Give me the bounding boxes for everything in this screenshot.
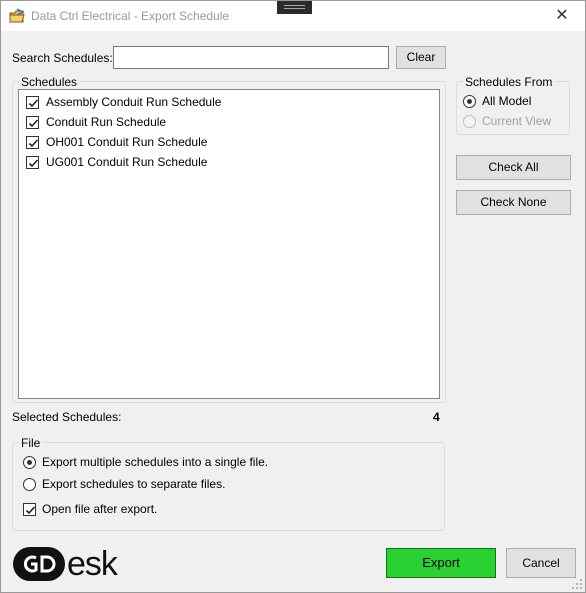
title-grip-handle[interactable] bbox=[277, 1, 312, 14]
separate-files-label: Export schedules to separate files. bbox=[42, 477, 226, 491]
check-icon bbox=[28, 138, 39, 147]
list-item[interactable]: Conduit Run Schedule bbox=[26, 113, 166, 131]
search-label: Search Schedules: bbox=[12, 51, 113, 65]
check-icon bbox=[28, 98, 39, 107]
check-icon bbox=[28, 158, 39, 167]
open-after-export-checkbox[interactable] bbox=[23, 502, 36, 516]
schedule-label: UG001 Conduit Run Schedule bbox=[46, 155, 208, 169]
schedule-label: Conduit Run Schedule bbox=[46, 115, 167, 129]
gd-monogram-icon bbox=[13, 547, 65, 581]
search-input[interactable] bbox=[113, 46, 389, 69]
radio-all-model[interactable]: All Model bbox=[463, 94, 531, 108]
schedule-label: OH001 Conduit Run Schedule bbox=[46, 135, 208, 149]
title-bar: Data Ctrl Electrical - Export Schedule ✕ bbox=[1, 1, 585, 31]
separate-files-radio[interactable] bbox=[23, 477, 36, 491]
selected-count: 4 bbox=[433, 410, 440, 424]
radio-current-view: Current View bbox=[463, 114, 551, 128]
list-item[interactable]: UG001 Conduit Run Schedule bbox=[26, 153, 207, 171]
cancel-button[interactable]: Cancel bbox=[506, 548, 576, 578]
radio-single-file[interactable]: Export multiple schedules into a single … bbox=[23, 455, 268, 469]
close-button[interactable]: ✕ bbox=[539, 1, 585, 31]
schedule-checkbox[interactable] bbox=[26, 95, 39, 109]
export-button[interactable]: Export bbox=[386, 548, 496, 578]
schedules-from-label: Schedules From bbox=[463, 75, 555, 89]
current-view-label: Current View bbox=[482, 114, 552, 128]
check-icon bbox=[28, 118, 39, 127]
schedule-checkbox[interactable] bbox=[26, 115, 39, 129]
check-none-button[interactable]: Check None bbox=[456, 190, 571, 215]
gdesk-logo: esk bbox=[12, 545, 118, 583]
all-model-label: All Model bbox=[482, 94, 532, 108]
logo-text: esk bbox=[67, 545, 118, 583]
schedule-label: Assembly Conduit Run Schedule bbox=[46, 95, 222, 109]
all-model-radio[interactable] bbox=[463, 94, 476, 108]
schedules-list[interactable]: Assembly Conduit Run Schedule Conduit Ru… bbox=[18, 89, 440, 399]
schedules-group-label: Schedules bbox=[19, 75, 80, 89]
single-file-radio[interactable] bbox=[23, 455, 36, 469]
open-after-export-label: Open file after export. bbox=[42, 502, 158, 516]
list-item[interactable]: Assembly Conduit Run Schedule bbox=[26, 93, 221, 111]
single-file-label: Export multiple schedules into a single … bbox=[42, 455, 269, 469]
clear-button[interactable]: Clear bbox=[396, 46, 446, 69]
schedule-checkbox[interactable] bbox=[26, 135, 39, 149]
current-view-radio bbox=[463, 114, 476, 128]
open-after-export-row[interactable]: Open file after export. bbox=[23, 502, 157, 516]
folder-export-icon bbox=[9, 8, 25, 23]
check-icon bbox=[25, 505, 36, 514]
selected-schedules-label: Selected Schedules: bbox=[12, 410, 122, 424]
export-schedule-dialog: Data Ctrl Electrical - Export Schedule ✕… bbox=[0, 0, 586, 593]
window-title: Data Ctrl Electrical - Export Schedule bbox=[31, 9, 230, 23]
check-all-button[interactable]: Check All bbox=[456, 155, 571, 180]
schedule-checkbox[interactable] bbox=[26, 155, 39, 169]
file-group-label: File bbox=[19, 436, 43, 450]
radio-separate-files[interactable]: Export schedules to separate files. bbox=[23, 477, 225, 491]
list-item[interactable]: OH001 Conduit Run Schedule bbox=[26, 133, 207, 151]
resize-grip-icon[interactable] bbox=[571, 578, 583, 590]
